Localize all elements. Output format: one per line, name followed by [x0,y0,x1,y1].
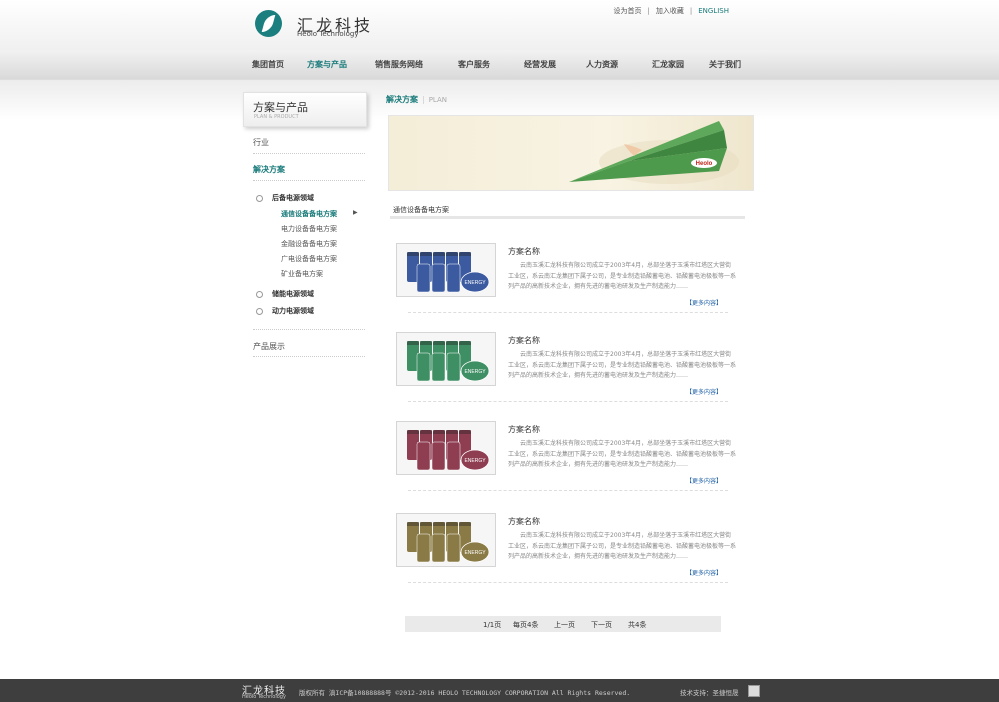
nav-item-sales-network[interactable]: 销售服务网络 [375,59,423,70]
battery-thumbnail[interactable]: ENERGY [396,513,496,567]
tree-subitem-mining[interactable]: 矿业备电方案 [281,269,323,279]
list-item: ENERGY 方案名称云南玉溪汇龙科技有限公司成立于2003年4月，总部坐落于玉溪… [396,243,736,333]
banner-plane-label: Heolo [696,161,713,167]
divider [253,180,365,182]
sidebar-item-solution[interactable]: 解决方案 [253,164,285,175]
tree-bullet-icon [256,308,263,315]
thumb-label: ENERGY [464,458,486,464]
battery-product-image: ENERGY [397,514,495,566]
tree-subitem-broadcast[interactable]: 广电设备备电方案 [281,254,337,264]
breadcrumb-en: PLAN [428,96,448,104]
breadcrumb-current: 解决方案 [386,95,418,104]
tree-bullet-icon [256,291,263,298]
sidebar-header: 方案与产品 PLAN & PRODUCT [243,92,367,127]
arrow-right-icon: ▶ [353,209,358,216]
item-title[interactable]: 方案名称 [508,246,540,257]
main-nav: 集团首页 方案与产品 销售服务网络 客户服务 经营发展 人力资源 汇龙家园 关于… [0,50,999,80]
item-title[interactable]: 方案名称 [508,335,540,346]
thumb-label: ENERGY [464,280,486,286]
nav-item-home[interactable]: 集团首页 [252,59,284,70]
tree-bullet-icon [256,195,263,202]
section-divider [390,216,745,219]
divider [408,312,728,313]
divider: | [422,95,425,104]
item-title[interactable]: 方案名称 [508,424,540,435]
divider [253,356,365,358]
tree-subitem-finance[interactable]: 金融设备备电方案 [281,239,337,249]
tree-item-backup-power[interactable]: 后备电源领域 [272,193,314,203]
paper-plane-image: Heolo [569,121,739,184]
thumb-label: ENERGY [464,369,486,375]
battery-thumbnail[interactable]: ENERGY [396,332,496,386]
page-indicator: 1/1页 [483,621,502,629]
battery-thumbnail[interactable]: ENERGY [396,421,496,475]
sidebar: 方案与产品 PLAN & PRODUCT 行业 解决方案 后备电源领域 通信设备… [243,92,367,372]
logo[interactable]: 汇龙科技 Heolo Technology [255,10,375,40]
divider [253,153,365,155]
nav-item-customer-service[interactable]: 客户服务 [458,59,490,70]
nav-item-hr[interactable]: 人力资源 [586,59,618,70]
battery-product-image: ENERGY [397,422,495,474]
sidebar-title: 方案与产品 [253,101,308,114]
set-homepage-link[interactable]: 设为首页 [614,7,642,15]
prev-page-button[interactable]: 上一页 [554,620,575,630]
nav-item-plan-product[interactable]: 方案与产品 [307,59,347,70]
item-description: 云南玉溪汇龙科技有限公司成立于2003年4月，总部坐落于玉溪市红塔区大营街工业区… [508,262,737,290]
tree-item-power-battery[interactable]: 动力电源领域 [272,306,314,316]
logo-mark-icon [255,10,282,37]
tree-item-energy-storage[interactable]: 储能电源领域 [272,289,314,299]
more-content-link[interactable]: 【更多内容】 [686,476,722,485]
more-content-link[interactable]: 【更多内容】 [686,298,722,307]
nav-item-home-community[interactable]: 汇龙家园 [652,59,684,70]
more-content-link[interactable]: 【更多内容】 [686,387,722,396]
item-description: 云南玉溪汇龙科技有限公司成立于2003年4月，总部坐落于玉溪市红塔区大营街工业区… [508,532,737,560]
logo-text-en: Heolo Technology [297,30,359,38]
divider [408,401,728,402]
thumb-label: ENERGY [464,550,486,556]
stats-icon[interactable] [748,685,760,697]
battery-product-image: ENERGY [397,333,495,385]
list-item: ENERGY 方案名称云南玉溪汇龙科技有限公司成立于2003年4月，总部坐落于玉溪… [396,332,736,422]
more-content-link[interactable]: 【更多内容】 [686,568,722,577]
pagination: 1/1页 每页4条 上一页 下一页 共4条 [405,616,721,632]
battery-thumbnail[interactable]: ENERGY [396,243,496,297]
footer-logo-en: Heolo Technology [242,694,286,700]
banner: Heolo [388,115,754,191]
breadcrumb: 解决方案 | PLAN [386,94,447,105]
sidebar-item-products[interactable]: 产品展示 [253,341,285,352]
nav-item-business[interactable]: 经营发展 [524,59,556,70]
tree-subitem-telecom[interactable]: 通信设备备电方案 [281,209,337,219]
list-item: ENERGY 方案名称云南玉溪汇龙科技有限公司成立于2003年4月，总部坐落于玉溪… [396,513,736,603]
nav-item-about[interactable]: 关于我们 [709,59,741,70]
divider: | [647,7,650,15]
sidebar-subtitle: PLAN & PRODUCT [254,114,299,120]
item-title[interactable]: 方案名称 [508,516,540,527]
top-links: 设为首页 | 加入收藏 | ENGLISH [614,6,729,16]
header-band [0,80,999,120]
tree-subitem-power[interactable]: 电力设备备电方案 [281,224,337,234]
item-description: 云南玉溪汇龙科技有限公司成立于2003年4月，总部坐落于玉溪市红塔区大营街工业区… [508,351,737,379]
footer-copyright: 版权所有 滇ICP备10888888号 ©2012-2016 HEOLO TEC… [299,689,631,697]
per-page-text: 每页4条 [513,621,539,629]
footer-tech-support[interactable]: 技术支持：圣捷恒晟 [680,687,739,697]
english-link[interactable]: ENGLISH [698,7,729,15]
add-favorite-link[interactable]: 加入收藏 [656,7,684,15]
item-description: 云南玉溪汇龙科技有限公司成立于2003年4月，总部坐落于玉溪市红塔区大营街工业区… [508,440,737,468]
section-title: 通信设备备电方案 [393,206,449,214]
divider: | [689,7,693,15]
total-count: 共4条 [628,621,647,629]
site-header: 汇龙科技 Heolo Technology 设为首页 | 加入收藏 | ENGLISH [0,0,999,50]
battery-product-image: ENERGY [397,244,495,296]
divider [408,582,728,583]
sidebar-item-industry[interactable]: 行业 [253,137,269,148]
divider [253,329,365,331]
next-page-button[interactable]: 下一页 [591,620,612,630]
list-item: ENERGY 方案名称云南玉溪汇龙科技有限公司成立于2003年4月，总部坐落于玉溪… [396,421,736,511]
site-footer: 汇龙科技 Heolo Technology 版权所有 滇ICP备10888888… [0,679,999,702]
divider [408,490,728,491]
